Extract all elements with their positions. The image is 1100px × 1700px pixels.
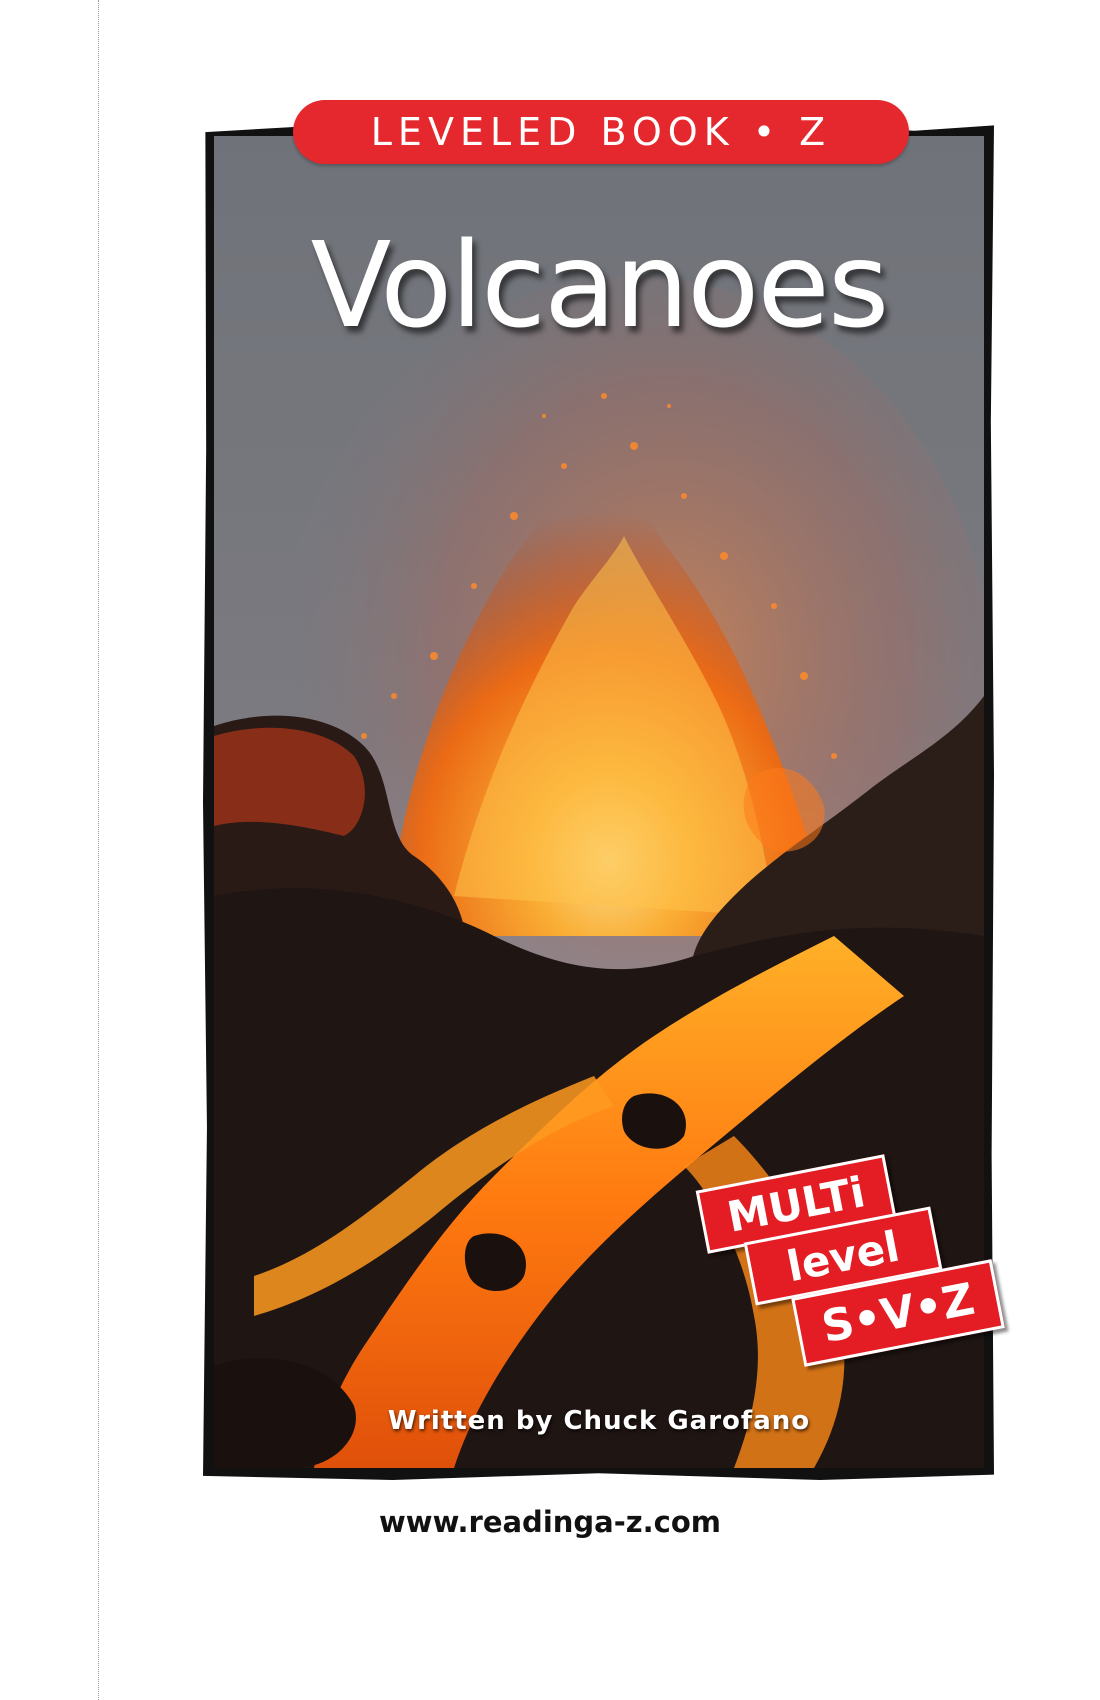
book-title: Volcanoes: [310, 216, 890, 354]
author-credit: Written by Chuck Garofano: [387, 1406, 811, 1436]
leveled-book-banner: LEVELED BOOK • Z: [293, 100, 909, 164]
page-edge-line: [98, 0, 99, 1700]
leveled-book-label: LEVELED BOOK • Z: [370, 110, 832, 154]
website-url: www.readinga-z.com: [378, 1505, 721, 1539]
